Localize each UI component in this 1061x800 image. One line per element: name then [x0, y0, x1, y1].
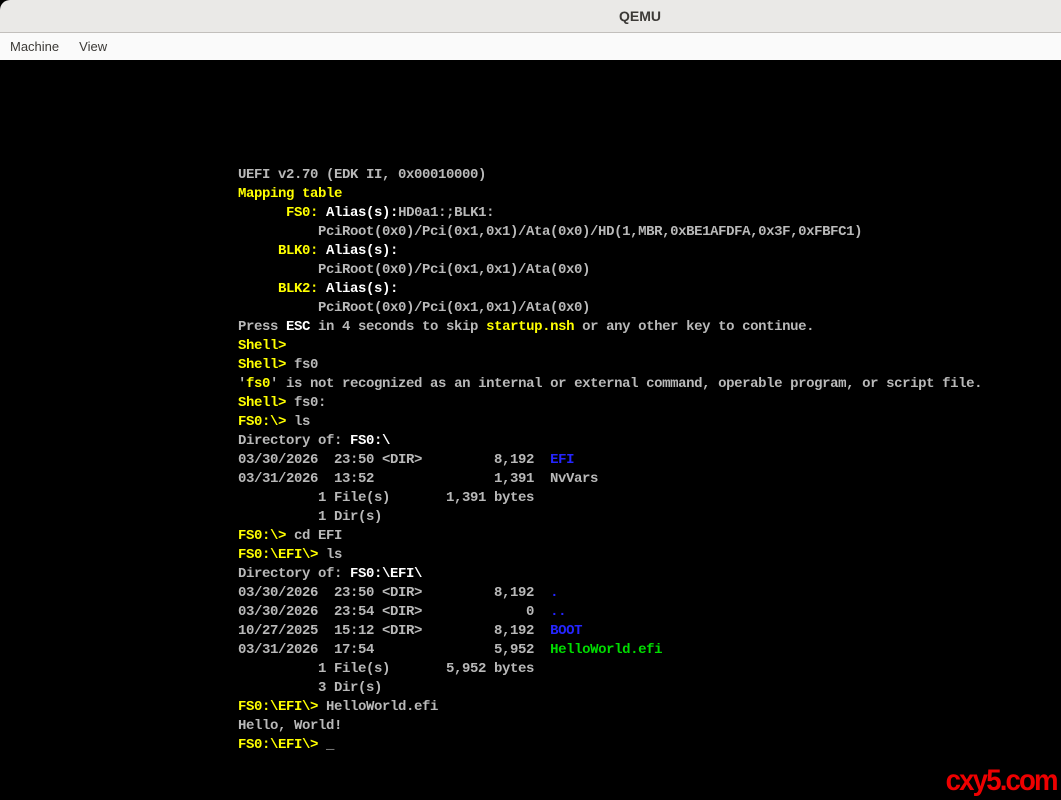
- menubar: Machine View: [0, 33, 1061, 60]
- terminal-line: FS0:\> ls: [238, 413, 982, 432]
- terminal-line: 'fs0' is not recognized as an internal o…: [238, 375, 982, 394]
- terminal-line: FS0:\EFI\> _: [238, 736, 982, 755]
- terminal-line: 03/30/2026 23:50 <DIR> 8,192 .: [238, 584, 982, 603]
- terminal-line: 03/31/2026 13:52 1,391 NvVars: [238, 470, 982, 489]
- menu-machine[interactable]: Machine: [10, 39, 59, 54]
- guest-display[interactable]: UEFI v2.70 (EDK II, 0x00010000)Mapping t…: [0, 60, 1061, 800]
- terminal-line: 03/30/2026 23:50 <DIR> 8,192 EFI: [238, 451, 982, 470]
- terminal-line: FS0: Alias(s):HD0a1:;BLK1:: [238, 204, 982, 223]
- terminal-line: PciRoot(0x0)/Pci(0x1,0x1)/Ata(0x0): [238, 261, 982, 280]
- terminal-line: Mapping table: [238, 185, 982, 204]
- qemu-window: QEMU Machine View UEFI v2.70 (EDK II, 0x…: [0, 0, 1061, 800]
- terminal-line: Directory of: FS0:\: [238, 432, 982, 451]
- terminal-line: 03/31/2026 17:54 5,952 HelloWorld.efi: [238, 641, 982, 660]
- window-title: QEMU: [619, 8, 661, 24]
- terminal-line: 1 File(s) 5,952 bytes: [238, 660, 982, 679]
- terminal-line: FS0:\> cd EFI: [238, 527, 982, 546]
- menu-view[interactable]: View: [79, 39, 107, 54]
- terminal-line: FS0:\EFI\> ls: [238, 546, 982, 565]
- terminal-line: 1 File(s) 1,391 bytes: [238, 489, 982, 508]
- terminal-output: UEFI v2.70 (EDK II, 0x00010000)Mapping t…: [238, 166, 982, 755]
- titlebar[interactable]: QEMU: [0, 0, 1061, 33]
- terminal-line: FS0:\EFI\> HelloWorld.efi: [238, 698, 982, 717]
- terminal-line: Hello, World!: [238, 717, 982, 736]
- terminal-line: 03/30/2026 23:54 <DIR> 0 ..: [238, 603, 982, 622]
- terminal-line: Shell>: [238, 337, 982, 356]
- terminal-line: 10/27/2025 15:12 <DIR> 8,192 BOOT: [238, 622, 982, 641]
- terminal-line: Directory of: FS0:\EFI\: [238, 565, 982, 584]
- terminal-line: 3 Dir(s): [238, 679, 982, 698]
- terminal-line: Shell> fs0:: [238, 394, 982, 413]
- terminal-line: Shell> fs0: [238, 356, 982, 375]
- terminal-line: PciRoot(0x0)/Pci(0x1,0x1)/Ata(0x0): [238, 299, 982, 318]
- terminal-line: BLK0: Alias(s):: [238, 242, 982, 261]
- terminal-line: PciRoot(0x0)/Pci(0x1,0x1)/Ata(0x0)/HD(1,…: [238, 223, 982, 242]
- terminal-line: UEFI v2.70 (EDK II, 0x00010000): [238, 166, 982, 185]
- terminal-line: BLK2: Alias(s):: [238, 280, 982, 299]
- terminal-line: Press ESC in 4 seconds to skip startup.n…: [238, 318, 982, 337]
- terminal-line: 1 Dir(s): [238, 508, 982, 527]
- watermark: cxy5.com: [946, 764, 1057, 798]
